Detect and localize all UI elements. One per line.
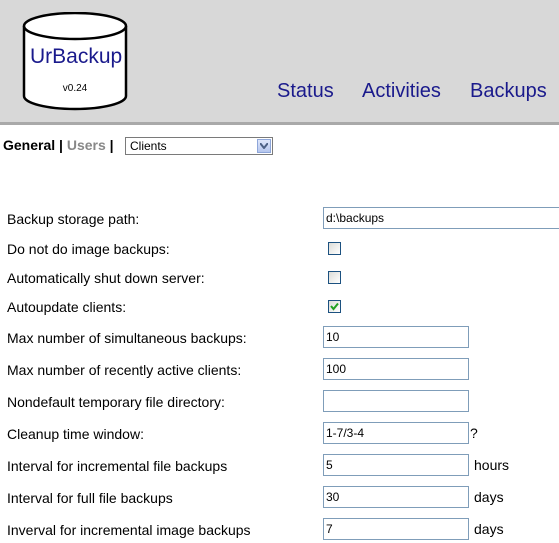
incr-file-interval-unit: hours [474, 457, 510, 473]
full-file-interval-unit: days [474, 489, 504, 505]
auto-shutdown-checkbox[interactable] [328, 271, 341, 284]
tab-separator: | [109, 137, 114, 153]
incr-image-interval-field[interactable]: 7 [323, 518, 469, 540]
clients-dropdown-value: Clients [130, 139, 167, 153]
chevron-down-icon[interactable] [257, 139, 271, 153]
max-simultaneous-backups-label: Max number of simultaneous backups: [7, 330, 247, 346]
tmp-dir-label: Nondefault temporary file directory: [7, 394, 225, 410]
backup-storage-path-label: Backup storage path: [7, 211, 140, 227]
autoupdate-clients-label: Autoupdate clients: [7, 299, 127, 315]
max-simultaneous-backups-field[interactable]: 10 [323, 326, 469, 348]
cleanup-window-field[interactable]: 1-7/3-4 [323, 422, 469, 444]
full-file-interval-field[interactable]: 30 [323, 486, 469, 508]
nav-backups-link[interactable]: Backups [470, 80, 547, 103]
cleanup-window-label: Cleanup time window: [7, 426, 144, 442]
incr-file-interval-field[interactable]: 5 [323, 454, 469, 476]
nav-activities-link[interactable]: Activities [362, 80, 441, 103]
cleanup-window-help-link[interactable]: ? [470, 425, 478, 441]
checkmark-icon [330, 302, 339, 311]
logo-version: v0.24 [62, 83, 88, 94]
tab-general[interactable]: General [3, 137, 55, 153]
max-active-clients-label: Max number of recently active clients: [7, 362, 242, 378]
no-image-backups-checkbox[interactable] [328, 242, 341, 255]
auto-shutdown-label: Automatically shut down server: [7, 270, 205, 286]
settings-tabs: General | Users | [3, 137, 114, 153]
header-bar: UrBackup v0.24 Status Activities Backups [0, 0, 559, 125]
max-active-clients-field[interactable]: 100 [323, 358, 469, 380]
autoupdate-clients-checkbox[interactable] [328, 300, 341, 313]
backup-storage-path-field[interactable]: d:\backups [323, 207, 559, 229]
urbackup-logo: UrBackup v0.24 [22, 11, 128, 112]
incr-image-interval-label: Inverval for incremental image backups [7, 522, 251, 538]
no-image-backups-label: Do not do image backups: [7, 241, 170, 257]
clients-dropdown[interactable]: Clients [125, 137, 273, 155]
full-file-interval-label: Interval for full file backups [7, 490, 173, 506]
incr-file-interval-label: Interval for incremental file backups [7, 458, 228, 474]
incr-image-interval-unit: days [474, 521, 504, 537]
nav-status-link[interactable]: Status [277, 80, 334, 103]
tab-separator: | [59, 137, 63, 153]
tmp-dir-field[interactable] [323, 390, 469, 412]
logo-title: UrBackup [30, 45, 123, 68]
tab-users[interactable]: Users [67, 137, 106, 153]
